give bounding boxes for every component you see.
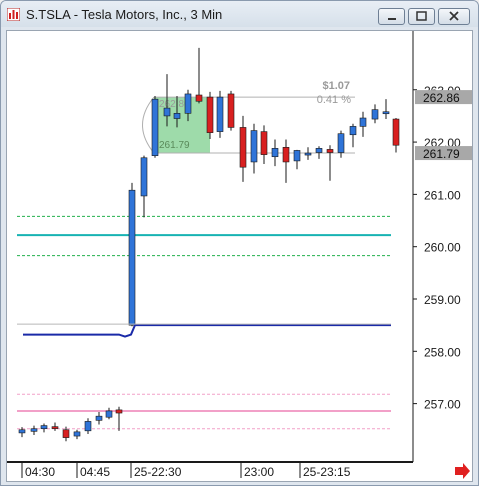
candle-body-8 — [105, 410, 113, 418]
candle-body-10 — [128, 189, 136, 326]
candle-body-26 — [304, 152, 312, 156]
candle-body-7 — [95, 415, 103, 421]
y-tick-label: 257.00 — [424, 398, 461, 412]
candle-body-5 — [73, 431, 81, 437]
chart-area[interactable]: 262.86261.79$1.070.41 % 263.00262.00261.… — [6, 30, 473, 482]
candle-body-12 — [151, 98, 159, 156]
measure-percent: 0.41 % — [317, 94, 351, 106]
candle-body-1 — [30, 428, 38, 432]
app-chart-icon — [7, 8, 20, 21]
candle-body-13 — [163, 107, 171, 117]
chart-window: S.TSLA - Tesla Motors, Inc., 3 Min 262.8… — [0, 0, 479, 486]
candle-body-23 — [271, 148, 279, 158]
candle-body-0 — [18, 429, 26, 434]
candle-body-3 — [51, 426, 59, 429]
maximize-button[interactable] — [408, 8, 435, 25]
y-tick-label: 261.00 — [424, 188, 461, 202]
y-tick-label: 258.00 — [424, 345, 461, 359]
candle-body-29 — [337, 133, 345, 153]
average-line — [23, 324, 391, 338]
x-tick-label: 25-22:30 — [134, 465, 182, 479]
price-tag-label-0: 262.86 — [423, 91, 460, 105]
candle-body-9 — [115, 409, 123, 414]
candle-body-17 — [206, 96, 214, 133]
y-tick-label: 259.00 — [424, 293, 461, 307]
x-tick-label: 25-23:15 — [303, 465, 351, 479]
candle-body-6 — [84, 421, 92, 432]
candle-body-11 — [140, 157, 148, 197]
window-title: S.TSLA - Tesla Motors, Inc., 3 Min — [26, 7, 223, 22]
candle-body-14 — [173, 113, 181, 119]
x-tick-label: 04:30 — [25, 465, 55, 479]
candle-body-28 — [326, 149, 334, 153]
candle-body-34 — [392, 118, 400, 146]
candle-body-25 — [293, 150, 301, 162]
close-button[interactable] — [438, 8, 470, 25]
x-tick-label: 23:00 — [244, 465, 274, 479]
candle-body-22 — [260, 131, 268, 155]
candle-body-4 — [62, 429, 70, 438]
candle-body-15 — [184, 93, 192, 114]
candle-body-20 — [239, 127, 247, 168]
candle-body-32 — [371, 109, 379, 120]
price-tag-label-1: 261.79 — [423, 147, 460, 161]
candle-body-21 — [250, 130, 258, 163]
close-icon — [449, 11, 459, 21]
measure-change: $1.07 — [322, 80, 350, 92]
candle-body-2 — [40, 425, 48, 430]
candle-body-16 — [195, 94, 203, 102]
minimize-button[interactable] — [378, 8, 405, 25]
candle-body-18 — [216, 96, 224, 132]
measure-bottom-label: 261.79 — [159, 140, 190, 151]
maximize-icon — [416, 11, 427, 21]
candle-body-19 — [227, 93, 235, 128]
candle-body-33 — [382, 111, 390, 115]
title-bar[interactable]: S.TSLA - Tesla Motors, Inc., 3 Min — [1, 1, 478, 27]
candle-body-31 — [359, 117, 367, 127]
minimize-icon — [388, 18, 396, 20]
candle-body-24 — [282, 147, 290, 163]
candle-body-30 — [349, 126, 357, 136]
scroll-right-arrow-icon[interactable] — [455, 463, 470, 479]
y-tick-label: 260.00 — [424, 241, 461, 255]
x-tick-label: 04:45 — [80, 465, 110, 479]
candle-body-27 — [315, 148, 323, 153]
candlestick-chart[interactable]: 262.86261.79$1.070.41 % 263.00262.00261.… — [7, 31, 472, 481]
